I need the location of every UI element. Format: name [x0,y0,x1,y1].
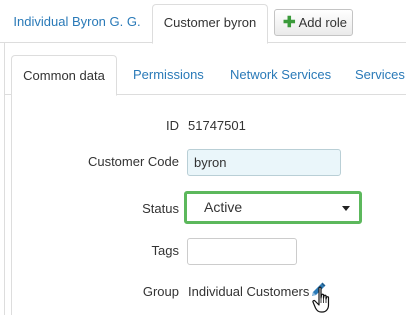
caret-down-icon [342,206,350,211]
id-value: 51747501 [188,118,246,133]
group-value: Individual Customers [188,284,310,299]
tab-permissions[interactable]: Permissions [133,55,204,95]
tab-individual[interactable]: Individual Byron G. G. [4,4,150,43]
tab-services[interactable]: Services [355,55,405,95]
status-select-highlight: Active [184,191,362,224]
hand-cursor-icon [312,286,330,313]
tab-network-services[interactable]: Network Services [230,55,331,95]
plus-icon: ✚ [283,14,296,31]
tags-field[interactable] [187,238,297,265]
status-label: Status [142,201,179,216]
top-tab-bar: Individual Byron G. G. Customer byron ✚ A… [0,0,406,44]
add-role-label: Add role [298,15,347,30]
status-selected-value: Active [204,199,243,215]
tab-customer[interactable]: Customer byron [152,4,268,44]
customer-code-label: Customer Code [87,154,179,169]
group-label: Group [142,284,179,299]
id-label: ID [166,118,179,133]
tab-common-data[interactable]: Common data [11,55,117,96]
add-role-button[interactable]: ✚ Add role [274,9,353,36]
tags-label: Tags [151,243,179,258]
sub-tab-bar: Common data Permissions Network Services… [4,55,406,96]
status-select[interactable]: Active [188,195,358,220]
customer-code-field[interactable] [187,149,341,176]
